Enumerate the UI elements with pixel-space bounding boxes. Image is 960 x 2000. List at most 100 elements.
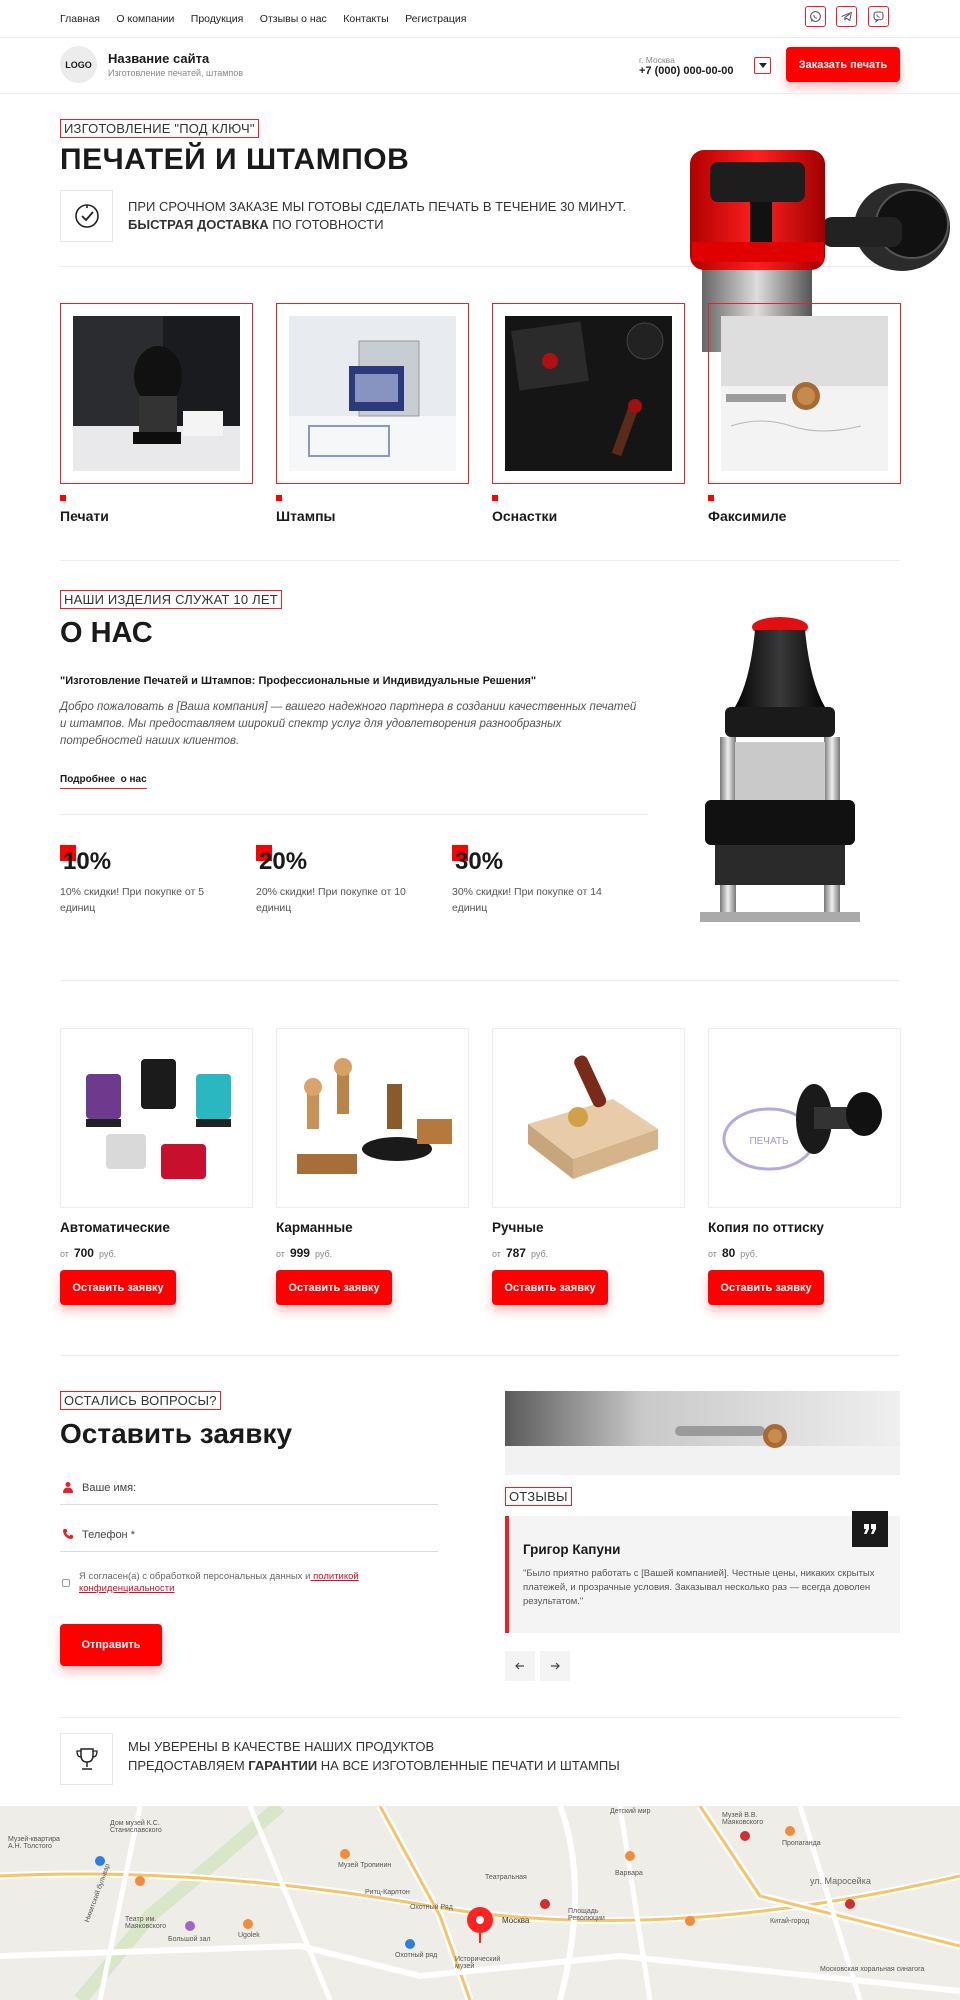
review-next-button[interactable] (540, 1651, 570, 1681)
guarantee-line-2-post: НА ВСЕ ИЗГОТОВЛЕННЫЕ ПЕЧАТИ И ШТАМПЫ (317, 1758, 620, 1773)
nav-link-reviews[interactable]: Отзывы о нас (260, 13, 327, 25)
site-name: Название сайта (108, 51, 210, 66)
viber-button[interactable] (868, 6, 889, 27)
map-label: ул. Маросейка (810, 1876, 871, 1886)
stat-desc-10: 10% скидки! При покупке от 5 единиц (60, 886, 205, 914)
hero-label: ИЗГОТОВЛЕНИЕ "ПОД КЛЮЧ" (60, 119, 259, 138)
arrow-left-icon (515, 1662, 524, 1670)
guarantee-icon-box (60, 1733, 113, 1785)
map-label: Детский мир (610, 1808, 651, 1815)
category-marker (60, 495, 66, 501)
name-input[interactable]: Ваше имя: (60, 1477, 438, 1505)
map-label: Театральная (485, 1874, 527, 1881)
category-card-osnastki[interactable] (492, 303, 685, 484)
about-more-link[interactable]: Подробнее о нас (60, 774, 147, 789)
svg-text:ПЕЧАТЬ: ПЕЧАТЬ (749, 1136, 789, 1147)
product-card-pocket[interactable] (276, 1028, 469, 1208)
whatsapp-icon (810, 11, 821, 22)
map-label: Китай-город (770, 1918, 810, 1925)
logo[interactable]: LOGO (60, 46, 97, 83)
nav-link-products[interactable]: Продукция (191, 13, 244, 25)
category-label-shtampy[interactable]: Штампы (276, 508, 335, 524)
category-image-osnastki (505, 316, 672, 471)
about-divider (60, 814, 648, 815)
nav-link-contacts[interactable]: Контакты (343, 13, 388, 25)
map-label: Московская хоральная синагога (820, 1966, 925, 1973)
map-label: Площадь Революции (568, 1908, 605, 1922)
product-card-manual[interactable] (492, 1028, 685, 1208)
product-order-button-copy[interactable]: Оставить заявку (708, 1270, 824, 1305)
category-image-pechati (73, 316, 240, 471)
map-label: Варвара (615, 1870, 643, 1877)
category-card-pechati[interactable] (60, 303, 253, 484)
nav-link-about[interactable]: О компании (116, 13, 174, 25)
product-image-pocket (277, 1029, 468, 1207)
category-card-faksimile[interactable] (708, 303, 901, 484)
phone-input[interactable]: Телефон * (60, 1524, 438, 1552)
about-section-divider (60, 980, 900, 981)
chevron-down-icon (758, 62, 767, 68)
reviews-label: ОТЗЫВЫ (505, 1487, 572, 1506)
product-order-button-pocket[interactable]: Оставить заявку (276, 1270, 392, 1305)
phone-dropdown-button[interactable] (754, 57, 771, 74)
phone-input-placeholder: Телефон * (82, 1529, 135, 1541)
header-phone[interactable]: +7 (000) 000-00-00 (639, 65, 733, 77)
product-image-automatic (61, 1029, 252, 1207)
price-value: 80 (721, 1246, 736, 1260)
price-value: 787 (505, 1246, 526, 1260)
price-currency: руб. (530, 1249, 549, 1259)
nav-link-home[interactable]: Главная (60, 13, 100, 25)
site-tagline: Изготовление печатей, штампов (108, 68, 244, 78)
product-order-button-manual[interactable]: Оставить заявку (492, 1270, 608, 1305)
quote-badge (852, 1511, 888, 1547)
price-prefix: от (60, 1249, 69, 1259)
map-label: Дом музей К.С. Станиславского (110, 1820, 162, 1834)
consent-text: Я согласен(а) с обработкой персональных … (79, 1571, 399, 1595)
about-text: Добро пожаловать в [Ваша компания] — ваш… (60, 701, 637, 747)
product-name-automatic: Автоматические (60, 1220, 170, 1235)
header-divider (0, 93, 960, 94)
product-order-button-automatic[interactable]: Оставить заявку (60, 1270, 176, 1305)
price-currency: руб. (314, 1249, 333, 1259)
category-label-osnastki[interactable]: Оснастки (492, 508, 557, 524)
map-label: Музей Тропинин (338, 1862, 392, 1869)
stat-value-10: 10% (63, 848, 112, 875)
about-stamp-image (700, 617, 860, 922)
telegram-button[interactable] (836, 6, 857, 27)
hero-line-2: БЫСТРАЯ ДОСТАВКА ПО ГОТОВНОСТИ (128, 217, 384, 232)
whatsapp-button[interactable] (805, 6, 826, 27)
map[interactable]: Музей-квартира А.Н. Толстого Дом музей К… (0, 1806, 960, 2000)
review-prev-button[interactable] (505, 1651, 535, 1681)
review-author: Григор Капуни (523, 1542, 621, 1557)
consent-label: Я согласен(а) с обработкой персональных … (79, 1571, 311, 1582)
consent-checkbox[interactable] (62, 1579, 70, 1587)
category-card-shtampy[interactable] (276, 303, 469, 484)
categories-divider (60, 560, 900, 561)
map-label: Москва (502, 1916, 530, 1925)
price-currency: руб. (98, 1249, 117, 1259)
map-label: Ритц-Карлтон (365, 1889, 410, 1896)
product-image-copy: ПЕЧАТЬ (709, 1029, 900, 1207)
map-label: Большой зал (168, 1936, 211, 1943)
map-label: Исторический музей (455, 1956, 501, 1970)
product-price-copy: от 80 руб. (708, 1246, 757, 1260)
guarantee-line-2-pre: ПРЕДОСТАВЛЯЕМ (128, 1758, 249, 1773)
category-marker (492, 495, 498, 501)
product-card-copy[interactable]: ПЕЧАТЬ (708, 1028, 901, 1208)
product-card-automatic[interactable] (60, 1028, 253, 1208)
category-marker (708, 495, 714, 501)
price-prefix: от (276, 1249, 285, 1259)
arrow-right-icon (551, 1662, 560, 1670)
quote-icon (864, 1524, 876, 1534)
nav-link-register[interactable]: Регистрация (405, 13, 466, 25)
submit-button[interactable]: Отправить (60, 1624, 162, 1666)
category-label-pechati[interactable]: Печати (60, 508, 109, 524)
telegram-icon (841, 11, 852, 22)
order-stamp-button[interactable]: Заказать печать (786, 47, 900, 82)
category-label-faksimile[interactable]: Факсимиле (708, 508, 786, 524)
guarantee-line-2: ПРЕДОСТАВЛЯЕМ ГАРАНТИИ НА ВСЕ ИЗГОТОВЛЕН… (128, 1758, 620, 1773)
header-city: г. Москва (639, 55, 675, 65)
review-text: "Было приятно работать с [Вашей компание… (523, 1568, 875, 1607)
stat-value-20: 20% (259, 848, 308, 875)
about-title: О НАС (60, 617, 153, 649)
